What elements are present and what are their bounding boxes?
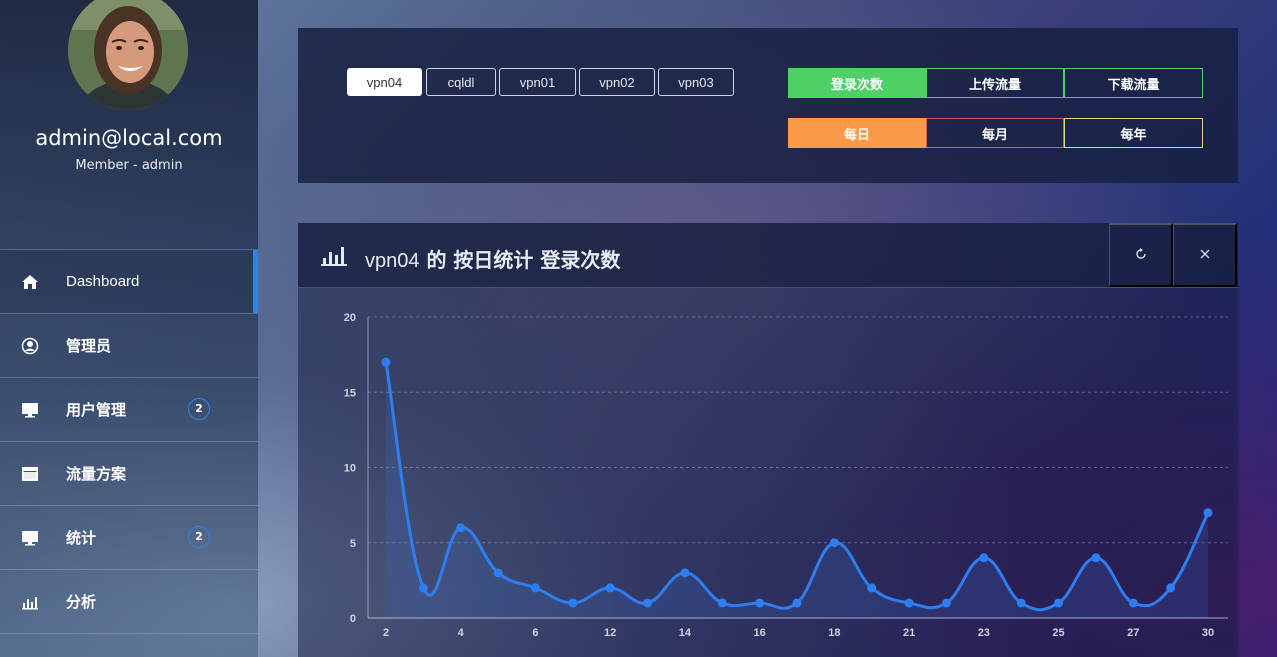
- y-tick-label: 0: [350, 613, 356, 625]
- metric-button-upload[interactable]: 上传流量: [926, 68, 1064, 98]
- x-tick-label: 21: [903, 627, 915, 639]
- x-tick-label: 23: [978, 627, 990, 639]
- chart-panel: vpn04 的 按日统计 登录次数 0 5 10 15 20 2 4 6 12 14 16 18 21 2…: [298, 223, 1238, 657]
- refresh-icon: [1135, 247, 1146, 259]
- metric-button-logins[interactable]: 登录次数: [788, 68, 926, 98]
- bar-chart-icon: [22, 597, 38, 610]
- data-point[interactable]: [680, 568, 690, 578]
- close-button[interactable]: [1173, 223, 1237, 287]
- sidebar-nav: Dashboard 管理员 用户管理 2 流量方案 统计 2 分析: [0, 249, 258, 634]
- data-point[interactable]: [1054, 598, 1064, 608]
- sidebar-item-label: 管理员: [66, 337, 112, 355]
- data-point[interactable]: [568, 598, 578, 608]
- data-point[interactable]: [418, 583, 428, 593]
- x-tick-label: 30: [1202, 627, 1214, 639]
- sidebar: admin@local.com Member - admin Dashboard…: [0, 0, 258, 657]
- server-button-vpn02[interactable]: vpn02: [579, 68, 655, 96]
- period-button-monthly[interactable]: 每月: [926, 118, 1064, 148]
- data-point[interactable]: [1016, 598, 1026, 608]
- y-tick-label: 15: [344, 387, 356, 399]
- x-tick-label: 12: [604, 627, 616, 639]
- filter-panel: vpn04 cqldl vpn01 vpn02 vpn03 登录次数 上传流量 …: [298, 28, 1238, 183]
- data-point[interactable]: [979, 553, 989, 563]
- sidebar-item-label: Dashboard: [66, 273, 140, 290]
- data-point[interactable]: [493, 568, 503, 578]
- user-role: Member - admin: [75, 158, 183, 173]
- server-button-vpn04[interactable]: vpn04: [347, 68, 422, 96]
- chart-title: vpn04 的 按日统计 登录次数: [365, 244, 620, 273]
- sidebar-item-label: 分析: [66, 593, 97, 611]
- server-button-cqldl[interactable]: cqldl: [426, 68, 496, 96]
- data-point[interactable]: [829, 538, 839, 548]
- monitor-icon: [22, 531, 38, 546]
- x-tick-label: 14: [679, 627, 692, 639]
- x-tick-label: 16: [754, 627, 766, 639]
- home-icon: [22, 275, 38, 289]
- x-tick-label: 4: [458, 627, 465, 639]
- avatar[interactable]: [68, 0, 188, 110]
- y-tick-label: 20: [344, 312, 356, 324]
- data-point[interactable]: [381, 357, 391, 367]
- window-icon: [22, 467, 38, 481]
- server-button-vpn01[interactable]: vpn01: [499, 68, 576, 96]
- count-badge: 2: [188, 398, 210, 420]
- sidebar-item-user-management[interactable]: 用户管理 2: [0, 377, 258, 441]
- refresh-button[interactable]: [1109, 223, 1173, 287]
- user-email: admin@local.com: [35, 126, 223, 150]
- metric-button-download[interactable]: 下载流量: [1064, 68, 1203, 98]
- x-tick-label: 2: [383, 627, 389, 639]
- x-tick-label: 25: [1052, 627, 1064, 639]
- data-point[interactable]: [1128, 598, 1138, 608]
- server-button-vpn03[interactable]: vpn03: [658, 68, 734, 96]
- x-tick-label: 27: [1127, 627, 1139, 639]
- data-point[interactable]: [456, 523, 466, 533]
- close-icon: [1200, 249, 1209, 259]
- bar-chart-icon: [321, 247, 347, 266]
- sidebar-item-admin[interactable]: 管理员: [0, 313, 258, 377]
- data-point[interactable]: [643, 598, 653, 608]
- data-point[interactable]: [941, 598, 951, 608]
- sidebar-item-label: 用户管理: [66, 401, 127, 419]
- count-badge: 2: [188, 526, 210, 548]
- data-point[interactable]: [530, 583, 540, 593]
- data-point[interactable]: [1203, 508, 1213, 518]
- sidebar-item-traffic-plan[interactable]: 流量方案: [0, 441, 258, 505]
- login-count-chart: 0 5 10 15 20 2 4 6 12 14 16 18 21 23 25 27 30: [344, 312, 1228, 639]
- sidebar-item-analysis[interactable]: 分析: [0, 569, 258, 634]
- period-button-yearly[interactable]: 每年: [1064, 118, 1203, 148]
- x-tick-label: 18: [828, 627, 840, 639]
- data-point[interactable]: [1166, 583, 1176, 593]
- sidebar-item-statistics[interactable]: 统计 2: [0, 505, 258, 569]
- chart-title-text: 的 按日统计 登录次数: [426, 248, 621, 272]
- sidebar-item-label: 统计: [66, 529, 97, 547]
- chart-header: vpn04 的 按日统计 登录次数: [298, 223, 1238, 288]
- data-point[interactable]: [605, 583, 615, 593]
- y-tick-label: 10: [344, 463, 356, 475]
- y-tick-label: 5: [350, 538, 356, 550]
- sidebar-item-dashboard[interactable]: Dashboard: [0, 249, 258, 313]
- data-point[interactable]: [717, 598, 727, 608]
- x-tick-label: 6: [532, 627, 538, 639]
- sidebar-item-label: 流量方案: [66, 465, 127, 483]
- data-point[interactable]: [1091, 553, 1101, 563]
- monitor-icon: [22, 403, 38, 418]
- data-point[interactable]: [904, 598, 914, 608]
- data-point[interactable]: [792, 598, 802, 608]
- user-circle-icon: [21, 337, 39, 355]
- period-button-daily[interactable]: 每日: [788, 118, 926, 148]
- avatar-image: [68, 0, 188, 110]
- chart-title-server: vpn04: [365, 250, 420, 272]
- data-point[interactable]: [867, 583, 877, 593]
- data-point[interactable]: [755, 598, 765, 608]
